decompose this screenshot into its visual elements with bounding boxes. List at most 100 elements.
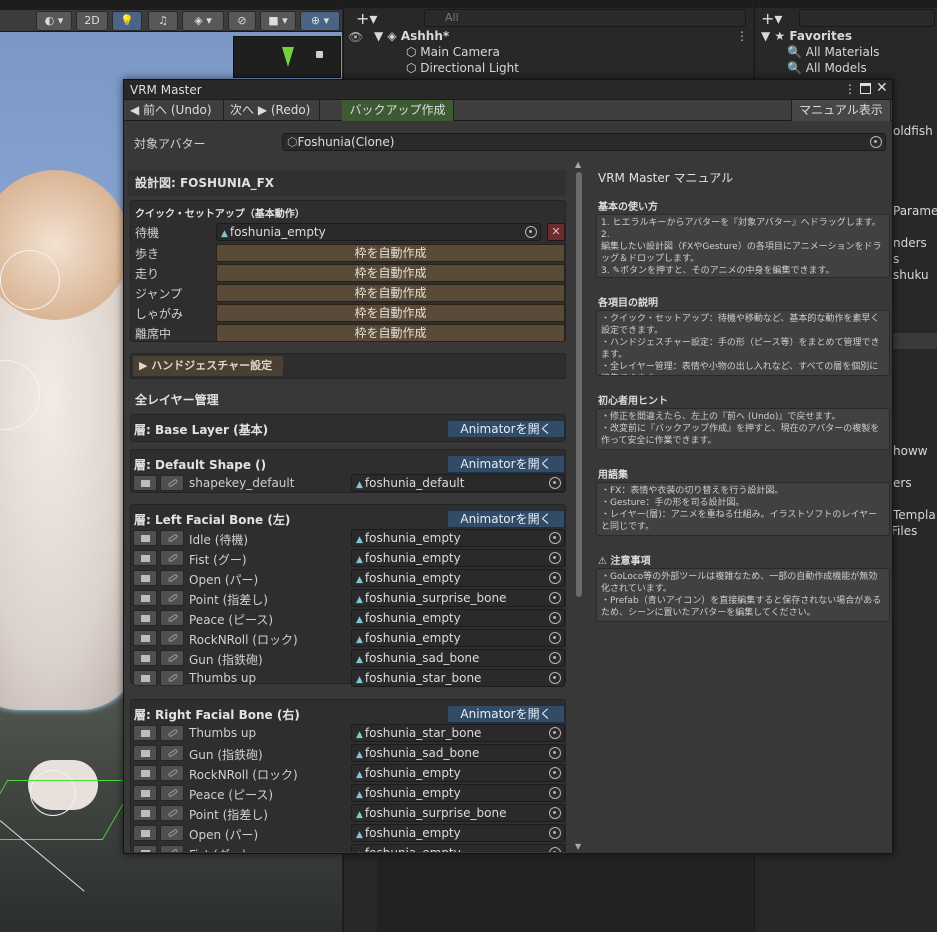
edit-button[interactable] <box>160 475 184 491</box>
scrollbar-thumb[interactable] <box>576 172 582 597</box>
anim-field[interactable]: ▲foshunia_empty <box>351 609 565 627</box>
backup-button[interactable]: バックアップ作成 <box>342 100 454 121</box>
anim-field[interactable]: ▲ foshunia_surprise_bone <box>351 589 565 607</box>
object-picker-icon[interactable] <box>549 652 561 664</box>
folder-button[interactable] <box>133 745 157 761</box>
project-search-input[interactable] <box>799 9 935 27</box>
favorites-item[interactable]: 🔍 All Materials <box>787 45 879 59</box>
open-animator-button[interactable]: Animatorを開く <box>447 705 565 723</box>
edit-button[interactable] <box>160 590 184 606</box>
anim-field[interactable]: ▲ foshunia_sad_bone <box>351 649 565 667</box>
folder-button[interactable] <box>133 670 157 686</box>
project-item-partial[interactable]: howw <box>893 444 928 458</box>
edit-button[interactable] <box>160 765 184 781</box>
anim-field[interactable]: ▲ foshunia_star_bone <box>351 669 565 687</box>
object-picker-icon[interactable] <box>549 727 561 739</box>
folder-button[interactable] <box>133 550 157 566</box>
idle-anim-field[interactable]: ▲ foshunia_empty <box>216 223 541 241</box>
2d-toggle[interactable]: 2D <box>76 11 108 31</box>
object-picker-icon[interactable] <box>549 572 561 584</box>
edit-button[interactable] <box>160 650 184 666</box>
redo-button[interactable]: 次へ ▶ (Redo) <box>224 100 320 121</box>
folder-button[interactable] <box>133 570 157 586</box>
auto-create-button[interactable]: 枠を自動作成 <box>216 324 565 342</box>
object-picker-icon[interactable] <box>549 767 561 779</box>
object-picker-icon[interactable] <box>549 847 561 852</box>
anim-field[interactable]: ▲foshunia_empty <box>351 764 565 782</box>
edit-button[interactable] <box>160 785 184 801</box>
object-picker-icon[interactable] <box>549 787 561 799</box>
manual-button[interactable]: マニュアル表示 <box>791 100 891 121</box>
blueprint-scroll-area[interactable]: 設計図: FOSHUNIA_FX クイック・セットアップ（基本動作） 待機 ▲ f… <box>128 160 568 852</box>
edit-button[interactable] <box>160 725 184 741</box>
object-picker-icon[interactable] <box>549 477 561 489</box>
anim-field[interactable]: ▲foshunia_empty <box>351 549 565 567</box>
scene-menu-icon[interactable]: ⋮ <box>736 29 748 43</box>
folder-button[interactable] <box>133 590 157 606</box>
object-picker-icon[interactable] <box>525 226 537 238</box>
edit-button[interactable] <box>160 610 184 626</box>
object-picker-icon[interactable] <box>549 552 561 564</box>
object-picker-icon[interactable] <box>870 136 882 148</box>
project-selected-row[interactable] <box>893 333 937 349</box>
effects-icon[interactable]: ◈ ▾ <box>182 11 224 31</box>
object-picker-icon[interactable] <box>549 612 561 624</box>
folder-button[interactable] <box>133 725 157 741</box>
add-icon[interactable]: +▾ <box>356 9 377 28</box>
project-item-partial[interactable]: nders <box>893 236 927 250</box>
project-item-partial[interactable]: Templa <box>893 508 936 522</box>
edit-button[interactable] <box>160 530 184 546</box>
anim-field[interactable]: ▲foshunia_empty <box>351 824 565 842</box>
window-title-bar[interactable]: VRM Master ⋮ ✕ <box>124 80 892 100</box>
project-item-partial[interactable]: shuku <box>893 268 929 282</box>
hand-gesture-foldout[interactable]: ▶ ハンドジェスチャー設定 <box>133 356 283 376</box>
window-menu-icon[interactable]: ⋮ <box>844 82 856 96</box>
project-item-partial[interactable]: Files <box>891 524 917 538</box>
anim-field[interactable]: ▲foshunia_empty <box>351 569 565 587</box>
shading-mode-button[interactable]: ◐ ▾ <box>36 11 72 31</box>
lighting-icon[interactable]: 💡 <box>112 11 142 31</box>
object-picker-icon[interactable] <box>549 592 561 604</box>
scroll-up-icon[interactable]: ▲ <box>575 160 581 169</box>
object-picker-icon[interactable] <box>549 827 561 839</box>
project-add-icon[interactable]: +▾ <box>761 9 782 28</box>
project-item-partial[interactable]: s <box>893 252 899 266</box>
anim-field[interactable]: ▲foshunia_empty <box>351 629 565 647</box>
gizmos-icon[interactable]: ⊕ ▾ <box>300 11 340 31</box>
blueprint-scrollbar[interactable]: ▲ ▼ <box>573 160 585 852</box>
edit-button[interactable] <box>160 845 184 852</box>
edit-button[interactable] <box>160 745 184 761</box>
favorites-item[interactable]: 🔍 All Models <box>787 61 867 75</box>
object-picker-icon[interactable] <box>549 747 561 759</box>
target-avatar-field[interactable]: ⬡Foshunia(Clone) <box>282 133 886 151</box>
folder-button[interactable] <box>133 805 157 821</box>
open-animator-button[interactable]: Animatorを開く <box>447 455 565 473</box>
object-picker-icon[interactable] <box>549 532 561 544</box>
close-icon[interactable]: ✕ <box>876 80 888 96</box>
anim-field[interactable]: ▲ foshunia_sad_bone <box>351 744 565 762</box>
edit-button[interactable] <box>160 825 184 841</box>
auto-create-button[interactable]: 枠を自動作成 <box>216 304 565 322</box>
anim-field[interactable]: ▲foshunia_empty <box>351 529 565 547</box>
object-picker-icon[interactable] <box>549 807 561 819</box>
folder-button[interactable] <box>133 845 157 852</box>
hierarchy-item[interactable]: ⬡ Directional Light <box>406 61 519 75</box>
open-animator-button[interactable]: Animatorを開く <box>447 510 565 528</box>
auto-create-button[interactable]: 枠を自動作成 <box>216 244 565 262</box>
visibility-icon[interactable]: 👁 <box>348 30 363 44</box>
anim-field[interactable]: ▲foshunia_empty <box>351 844 565 852</box>
hidden-toggle-icon[interactable]: ⊘ <box>228 11 256 31</box>
folder-button[interactable] <box>133 785 157 801</box>
audio-icon[interactable]: ♫ <box>148 11 178 31</box>
edit-button[interactable] <box>160 670 184 686</box>
auto-create-button[interactable]: 枠を自動作成 <box>216 264 565 282</box>
folder-button[interactable] <box>133 475 157 491</box>
anim-field[interactable]: ▲foshunia_empty <box>351 784 565 802</box>
folder-button[interactable] <box>133 530 157 546</box>
object-picker-icon[interactable] <box>549 672 561 684</box>
favorites-header[interactable]: ▼ ★ Favorites <box>761 29 852 43</box>
scene-orientation-gizmo[interactable] <box>233 36 341 78</box>
anim-field[interactable]: ▲ foshunia_default <box>351 474 565 492</box>
auto-create-button[interactable]: 枠を自動作成 <box>216 284 565 302</box>
anim-field[interactable]: ▲ foshunia_surprise_bone <box>351 804 565 822</box>
